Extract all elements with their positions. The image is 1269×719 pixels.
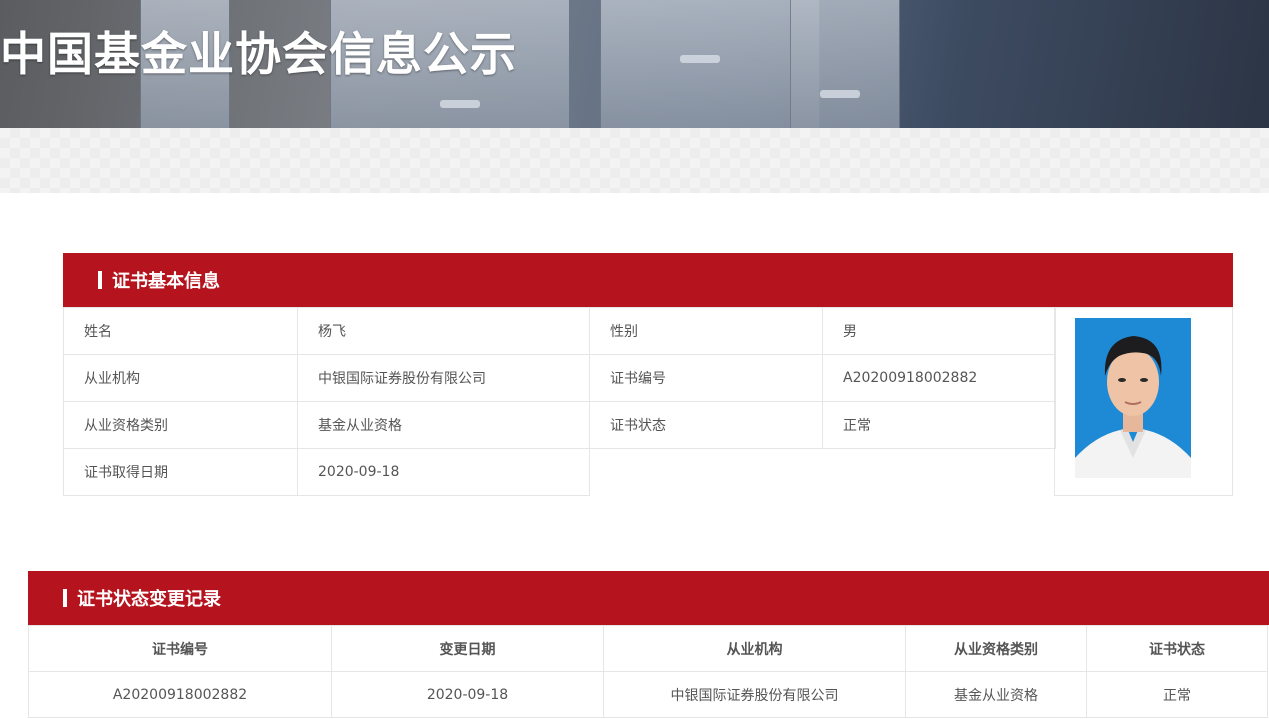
info-label-cert-number: 证书编号 xyxy=(589,354,823,402)
info-label-institution: 从业机构 xyxy=(63,354,298,402)
table-header-row: 证书编号 变更日期 从业机构 从业资格类别 证书状态 xyxy=(28,625,1268,672)
pattern-strip xyxy=(0,128,1269,193)
person-photo-icon xyxy=(1075,318,1191,478)
status-changes-title: 证书状态变更记录 xyxy=(77,589,221,610)
page-title: 中国基金业协会信息公示 xyxy=(0,27,517,81)
status-changes-table: 证书编号 变更日期 从业机构 从业资格类别 证书状态 A202009180028… xyxy=(28,625,1268,718)
photo-frame xyxy=(1054,307,1233,496)
drawer-handle-decoration xyxy=(680,55,720,63)
cabinet-decoration xyxy=(790,0,900,128)
info-value-institution: 中银国际证券股份有限公司 xyxy=(297,354,590,402)
info-value-cert-number: A20200918002882 xyxy=(822,354,1056,402)
cell-institution: 中银国际证券股份有限公司 xyxy=(603,671,906,718)
basic-info-table: 姓名 杨飞 性别 男 从业机构 中银国际证券股份有限公司 证书编号 A20200… xyxy=(63,307,1056,496)
cell-cert-number: A20200918002882 xyxy=(28,671,332,718)
drawer-handle-decoration xyxy=(440,100,480,108)
basic-info-title: 证书基本信息 xyxy=(112,271,220,292)
info-label-gender: 性别 xyxy=(589,307,823,355)
column-header-institution: 从业机构 xyxy=(603,625,906,672)
header-bar-icon xyxy=(63,589,67,607)
info-label-qualification: 从业资格类别 xyxy=(63,401,298,449)
info-value-cert-date: 2020-09-18 xyxy=(297,448,590,496)
column-header-cert-status: 证书状态 xyxy=(1086,625,1268,672)
info-label-cert-date: 证书取得日期 xyxy=(63,448,298,496)
info-row: 从业机构 中银国际证券股份有限公司 证书编号 A20200918002882 xyxy=(63,354,1056,402)
info-label-cert-status: 证书状态 xyxy=(589,401,823,449)
avatar xyxy=(1075,318,1191,478)
info-empty-cell xyxy=(589,448,1056,496)
info-value-gender: 男 xyxy=(822,307,1056,355)
cabinet-decoration xyxy=(600,0,820,128)
cell-cert-status: 正常 xyxy=(1086,671,1268,718)
column-header-cert-number: 证书编号 xyxy=(28,625,332,672)
status-changes-header: 证书状态变更记录 xyxy=(28,571,1269,625)
cell-change-date: 2020-09-18 xyxy=(331,671,604,718)
info-value-name: 杨飞 xyxy=(297,307,590,355)
info-row: 姓名 杨飞 性别 男 xyxy=(63,307,1056,355)
cell-qualification: 基金从业资格 xyxy=(905,671,1087,718)
info-row: 证书取得日期 2020-09-18 xyxy=(63,448,1056,496)
header-banner: 中国基金业协会信息公示 xyxy=(0,0,1269,128)
column-header-change-date: 变更日期 xyxy=(331,625,604,672)
column-header-qualification: 从业资格类别 xyxy=(905,625,1087,672)
table-row: A20200918002882 2020-09-18 中银国际证券股份有限公司 … xyxy=(28,671,1268,718)
info-value-cert-status: 正常 xyxy=(822,401,1056,449)
basic-info-header: 证书基本信息 xyxy=(63,253,1233,307)
info-value-qualification: 基金从业资格 xyxy=(297,401,590,449)
drawer-handle-decoration xyxy=(820,90,860,98)
header-bar-icon xyxy=(98,271,102,289)
info-label-name: 姓名 xyxy=(63,307,298,355)
info-row: 从业资格类别 基金从业资格 证书状态 正常 xyxy=(63,401,1056,449)
